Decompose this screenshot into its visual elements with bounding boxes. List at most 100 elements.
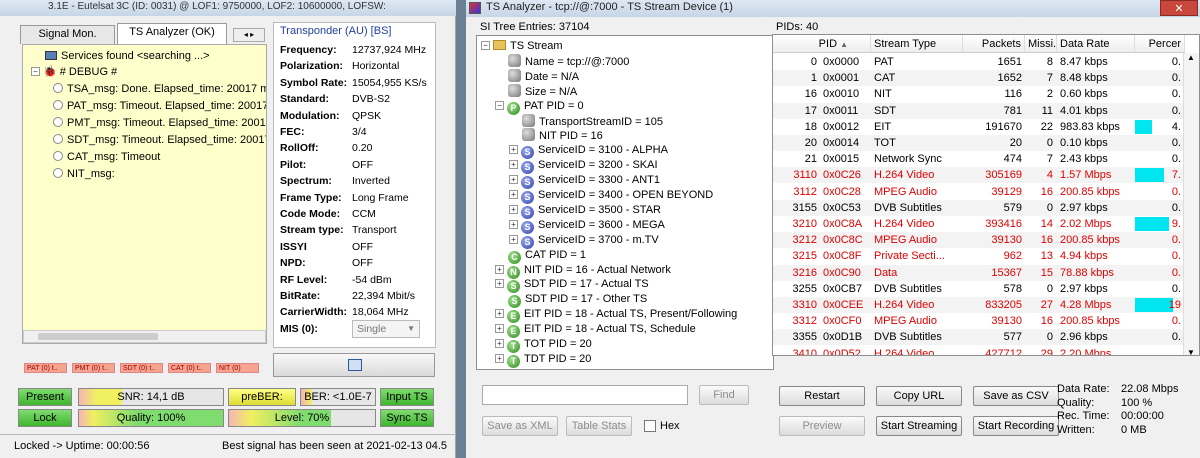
table-row[interactable]: 1 0x0001 CAT 1652 7 8.48 kbps 0. — [773, 70, 1185, 87]
si-tree-node[interactable]: Name = tcp://@:7000 — [508, 53, 629, 69]
debug-item[interactable]: PAT_msg: Timeout. Elapsed_time: 20017 ms — [53, 98, 266, 114]
si-tree-node[interactable]: Size = N/A — [508, 83, 577, 99]
col-stream-type[interactable]: Stream Type — [871, 35, 963, 53]
si-tree-node[interactable]: + N NIT PID = 16 - Actual Network — [495, 263, 671, 279]
save-csv-button[interactable]: Save as CSV — [973, 386, 1059, 406]
missing-cell: 8 — [1046, 56, 1053, 68]
expand-icon[interactable]: + — [509, 160, 518, 170]
tab-scroll-arrows[interactable]: ◂ ▸ — [233, 28, 265, 42]
debug-item-label: NIT_msg: — [67, 168, 115, 180]
scroll-up-icon[interactable]: ▲ — [1187, 53, 1195, 62]
pid-hex-cell: 0x0C90 — [823, 266, 861, 279]
expand-icon[interactable]: + — [509, 175, 518, 185]
table-row[interactable]: 3215 0x0C8F Private Secti... 962 13 4.94 kbps… — [773, 248, 1185, 264]
find-button[interactable]: Find — [699, 385, 749, 405]
si-tree-node[interactable]: + T TOT PID = 20 — [495, 337, 592, 353]
tab-signal-mon[interactable]: Signal Mon. — [20, 25, 115, 44]
si-tree-node[interactable]: + E EIT PID = 18 - Actual TS, Present/Foll… — [495, 307, 737, 324]
si-tree-node[interactable]: Date = N/A — [508, 68, 579, 84]
debug-item[interactable]: CAT_msg: Timeout — [53, 149, 160, 165]
table-row[interactable]: 16 0x0010 NIT 116 2 0.60 kbps 0. — [773, 86, 1185, 102]
tab-ts-analyzer[interactable]: TS Analyzer (OK) — [117, 23, 227, 44]
expand-icon[interactable]: + — [495, 264, 504, 274]
si-tree-node[interactable]: + S ServiceID = 3300 - ANT1 — [509, 173, 660, 190]
table-row[interactable]: 3410 0x0D52 H.264 Video 427712 29 2.20 Mbps — [773, 346, 1185, 355]
si-tree-node[interactable]: NIT PID = 16 — [522, 128, 603, 143]
table-row[interactable]: 21 0x0015 Network Sync 474 7 2.43 kbps 0. — [773, 151, 1185, 167]
find-input[interactable] — [482, 385, 688, 405]
collapse-icon[interactable]: − — [495, 100, 504, 110]
expand-icon[interactable]: + — [509, 190, 518, 199]
transponder-row: RF Level: -54 dBm — [280, 272, 435, 288]
table-row[interactable]: 3355 0x0D1B DVB Subtitles 577 0 2.96 kbps 0. — [773, 329, 1185, 346]
si-tree-node[interactable]: + S ServiceID = 3200 - SKAI — [509, 158, 658, 175]
table-stats-button[interactable]: Table Stats — [566, 416, 632, 436]
scroll-down-icon[interactable]: ▼ — [1187, 348, 1195, 355]
collapse-icon[interactable]: − — [31, 67, 40, 76]
preview-button[interactable]: Preview — [779, 416, 865, 436]
services-node[interactable]: Services found <searching ...> — [45, 48, 210, 64]
table-row[interactable]: 18 0x0012 EIT 191670 22 983.83 kbps 4. — [773, 119, 1185, 135]
copy-url-button[interactable]: Copy URL — [876, 386, 962, 406]
start-streaming-button[interactable]: Start Streaming — [876, 416, 962, 436]
expand-icon[interactable]: + — [495, 339, 504, 348]
debug-item[interactable]: NIT_msg: — [53, 166, 115, 182]
col-pid[interactable]: PID ▲ — [773, 35, 871, 53]
debug-item[interactable]: TSA_msg: Done. Elapsed_time: 20017 ms — [53, 81, 266, 97]
si-tree-node[interactable]: − TS Stream — [481, 39, 563, 54]
scroll-thumb[interactable] — [38, 333, 158, 340]
table-status-tag: PAT (0) t.. — [24, 363, 67, 373]
table-row[interactable]: 0 0x0000 PAT 1651 8 8.47 kbps 0. — [773, 54, 1185, 70]
col-data-rate[interactable]: Data Rate — [1057, 35, 1135, 53]
si-tree-node[interactable]: S SDT PID = 17 - Other TS — [508, 292, 647, 309]
expand-icon[interactable]: + — [495, 353, 504, 363]
pid-vscrollbar[interactable]: ▲ ▼ — [1183, 53, 1199, 355]
table-row[interactable]: 3155 0x0C53 DVB Subtitles 579 0 2.97 kbps 0. — [773, 199, 1185, 216]
si-tree-node[interactable]: + S ServiceID = 3600 - MEGA — [509, 218, 665, 234]
si-tree-node[interactable]: + S SDT PID = 17 - Actual TS — [495, 277, 649, 294]
table-row[interactable]: 3110 0x0C26 H.264 Video 305169 4 1.57 Mbps 7. — [773, 167, 1185, 184]
lock-indicator: Lock — [18, 409, 72, 427]
expand-icon[interactable]: + — [509, 219, 518, 229]
expand-icon[interactable]: + — [495, 324, 504, 334]
si-tree-node[interactable]: C CAT PID = 1 — [508, 248, 586, 264]
hex-checkbox[interactable] — [644, 420, 656, 432]
table-row[interactable]: 3310 0x0CEE H.264 Video 833205 27 4.28 Mbps 19 — [773, 297, 1185, 313]
col-packets[interactable]: Packets — [963, 35, 1025, 53]
mis-select[interactable]: Single ▼ — [352, 320, 420, 338]
table-row[interactable]: 3210 0x0C8A H.264 Video 393416 14 2.02 Mbps 9. — [773, 216, 1185, 232]
close-button[interactable]: ✕ — [1160, 0, 1198, 16]
table-row[interactable]: 3255 0x0CB7 DVB Subtitles 578 0 2.97 kbps 0. — [773, 281, 1185, 297]
tree-hscrollbar[interactable] — [23, 330, 266, 343]
table-row[interactable]: 3112 0x0C28 MPEG Audio 39129 16 200.85 kbps 0. — [773, 184, 1185, 200]
table-row[interactable]: 3212 0x0C8C MPEG Audio 39130 16 200.85 kbps 0. — [773, 232, 1185, 249]
debug-node[interactable]: − 🐞 # DEBUG # — [31, 64, 117, 80]
si-tree-node[interactable]: + T TDT PID = 20 — [495, 352, 591, 368]
col-missing[interactable]: Missi... — [1025, 35, 1057, 53]
expand-icon[interactable]: + — [495, 309, 504, 319]
si-tree-node[interactable]: + S ServiceID = 3400 - OPEN BEYOND — [509, 188, 713, 204]
si-tree-node[interactable]: + S ServiceID = 3100 - ALPHA — [509, 143, 668, 160]
si-tree-node[interactable]: TransportStreamID = 105 — [522, 113, 663, 129]
si-tree-node[interactable]: + S ServiceID = 3700 - m.TV — [509, 233, 659, 249]
percent-cell: 0. — [1171, 250, 1181, 263]
debug-item[interactable]: PMT_msg: Timeout. Elapsed_time: 20017 — [53, 115, 266, 131]
table-row[interactable]: 17 0x0011 SDT 781 11 4.01 kbps 0. — [773, 102, 1185, 119]
expand-icon[interactable]: + — [495, 279, 504, 289]
expand-icon[interactable]: + — [509, 204, 518, 214]
expand-icon[interactable]: + — [509, 145, 518, 155]
debug-item[interactable]: SDT_msg: Timeout. Elapsed_time: 20017 — [53, 132, 266, 148]
restart-button[interactable]: Restart — [779, 386, 865, 406]
si-tree-node[interactable]: + E EIT PID = 18 - Actual TS, Schedule — [495, 322, 696, 339]
save-xml-button[interactable]: Save as XML — [482, 416, 558, 436]
start-recording-button[interactable]: Start Recording — [973, 416, 1059, 436]
panel-button[interactable] — [273, 353, 435, 377]
si-tree-node[interactable]: − P PAT PID = 0 — [495, 99, 584, 115]
expand-icon[interactable]: + — [509, 234, 518, 244]
collapse-icon[interactable]: − — [481, 41, 490, 50]
table-row[interactable]: 20 0x0014 TOT 20 0 0.10 kbps 0. — [773, 135, 1185, 151]
col-percent[interactable]: Percer — [1135, 35, 1185, 53]
table-row[interactable]: 3312 0x0CF0 MPEG Audio 39130 16 200.85 kbps 0. — [773, 313, 1185, 329]
table-row[interactable]: 3216 0x0C90 Data 15367 15 78.88 kbps 0. — [773, 264, 1185, 281]
si-tree-node[interactable]: + S ServiceID = 3500 - STAR — [509, 203, 661, 219]
